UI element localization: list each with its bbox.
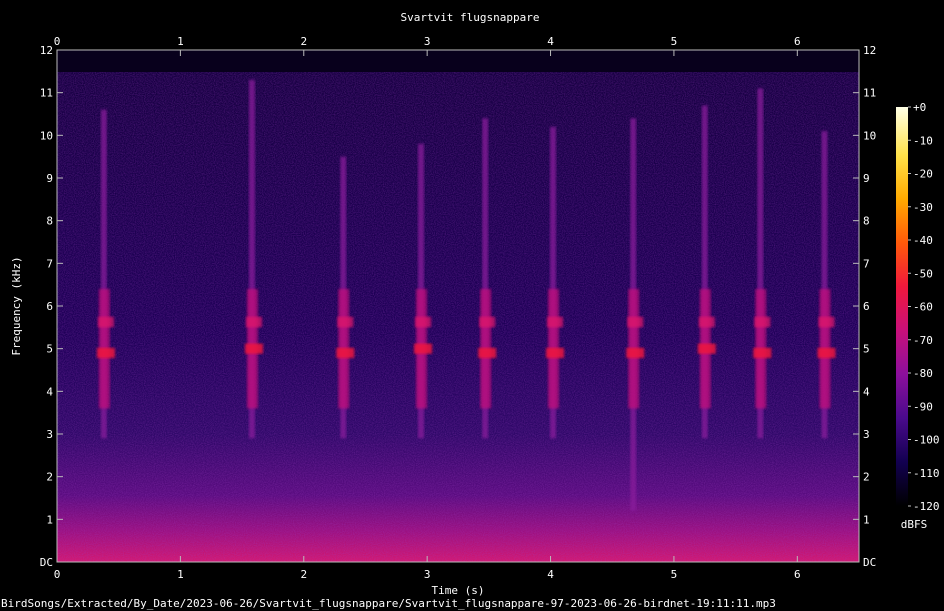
y-tick-label-right: 6 <box>863 300 870 313</box>
colorbar-tick-label: -100 <box>913 434 940 447</box>
colorbar-tick-label: -110 <box>913 467 940 480</box>
call-upper-band <box>547 316 564 328</box>
x-tick-label-top: 1 <box>177 35 184 48</box>
y-tick-label-right: 12 <box>863 44 876 57</box>
y-tick-label: 9 <box>46 172 53 185</box>
x-tick-label: 5 <box>671 568 678 581</box>
x-tick-label-top: 2 <box>300 35 307 48</box>
plot-area <box>56 49 860 563</box>
call-peak <box>626 347 645 359</box>
call-upper-band <box>414 316 431 328</box>
colorbar-tick-label: -50 <box>913 267 933 280</box>
colorbar-tick-label: -70 <box>913 334 933 347</box>
colorbar-tick-label: -120 <box>913 500 940 513</box>
y-tick-label: 4 <box>46 385 53 398</box>
x-tick-label: 1 <box>177 568 184 581</box>
y-tick-label-right: 9 <box>863 172 870 185</box>
colorbar-tick-label: +0 <box>913 101 926 114</box>
call-upper-band <box>627 316 644 328</box>
call-upper-band <box>818 316 835 328</box>
call-upper-band <box>245 316 262 328</box>
y-axis-label: Frequency (kHz) <box>10 256 23 355</box>
y-tick-label: 12 <box>40 44 53 57</box>
call-upper-band <box>97 316 114 328</box>
colorbar-tick-label: -90 <box>913 400 933 413</box>
colorbar-tick-label: -20 <box>913 168 933 181</box>
colorbar-tick-label: -40 <box>913 234 933 247</box>
x-tick-label-top: 6 <box>794 35 801 48</box>
y-tick-label-right: 3 <box>863 428 870 441</box>
y-tick-label-right: DC <box>863 556 876 569</box>
call-upper-band <box>698 316 715 328</box>
call-peak <box>697 343 716 354</box>
x-tick-label-top: 4 <box>547 35 554 48</box>
y-tick-label: 1 <box>46 513 53 526</box>
y-tick-label: DC <box>40 556 53 569</box>
y-tick-label-right: 11 <box>863 87 876 100</box>
call-upper-band <box>479 316 496 328</box>
x-tick-label: 4 <box>547 568 554 581</box>
file-path: BirdSongs/Extracted/By_Date/2023-06-26/S… <box>1 597 776 610</box>
x-axis-label: Time (s) <box>432 584 485 597</box>
y-tick-label-right: 7 <box>863 257 870 270</box>
x-tick-label: 0 <box>54 568 61 581</box>
call-peak <box>336 347 355 359</box>
x-tick-label: 3 <box>424 568 431 581</box>
x-tick-label: 2 <box>300 568 307 581</box>
y-tick-label-right: 4 <box>863 385 870 398</box>
y-tick-label: 3 <box>46 428 53 441</box>
y-tick-label: 11 <box>40 87 53 100</box>
spectrogram-top-band <box>57 50 859 72</box>
y-tick-label-right: 10 <box>863 129 876 142</box>
y-tick-label-right: 8 <box>863 215 870 228</box>
call-upper-band <box>754 316 771 328</box>
x-tick-label-top: 0 <box>54 35 61 48</box>
colorbar-ticks: +0 -10 -20 -30 -40 -50 -60 -70 -80 -90 -100 -110 -12… <box>908 101 940 513</box>
colorbar-tick-label: -60 <box>913 301 933 314</box>
call-peak <box>96 347 115 359</box>
colorbar-gradient <box>896 107 908 506</box>
call-peak <box>413 343 432 354</box>
spectrogram-figure: Svartvit flugsnappare 00112233445566DC DC… <box>10 11 940 597</box>
call-peak <box>478 347 497 359</box>
colorbar-tick-label: -80 <box>913 367 933 380</box>
x-tick-label: 6 <box>794 568 801 581</box>
colorbar-tick-label: -30 <box>913 201 933 214</box>
colorbar-tick-label: -10 <box>913 134 933 147</box>
y-tick-label: 10 <box>40 129 53 142</box>
call-upper-band <box>337 316 354 328</box>
y-tick-label: 6 <box>46 300 53 313</box>
colorbar: +0 -10 -20 -30 -40 -50 -60 -70 -80 -90 -100 -110 -12… <box>896 101 940 531</box>
call-peak <box>546 347 565 359</box>
spectrogram-noise <box>57 50 859 562</box>
call-peak <box>753 347 772 359</box>
y-tick-label: 7 <box>46 257 53 270</box>
x-tick-label-top: 5 <box>671 35 678 48</box>
x-tick-label-top: 3 <box>424 35 431 48</box>
colorbar-label: dBFS <box>901 518 928 531</box>
call-peak <box>817 347 836 359</box>
y-tick-label-right: 2 <box>863 471 870 484</box>
chart-title: Svartvit flugsnappare <box>400 11 539 24</box>
y-tick-label: 8 <box>46 215 53 228</box>
y-tick-label: 5 <box>46 343 53 356</box>
y-tick-label: 2 <box>46 471 53 484</box>
y-tick-label-right: 5 <box>863 343 870 356</box>
call-peak <box>244 343 263 354</box>
y-tick-label-right: 1 <box>863 513 870 526</box>
